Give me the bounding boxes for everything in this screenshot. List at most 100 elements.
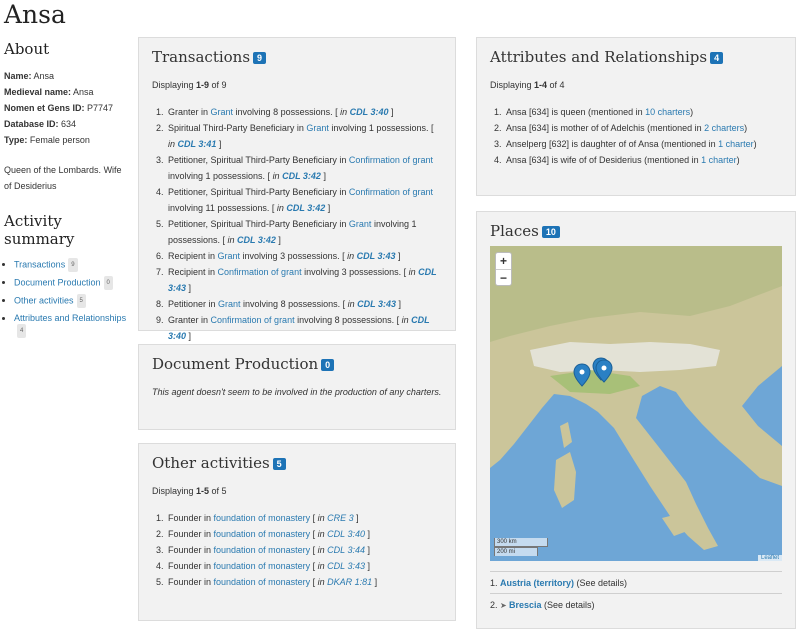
list-item: Recipient in Confirmation of grant invol… <box>166 264 442 296</box>
item-text: involving 8 possessions. [ <box>240 299 348 309</box>
place-details[interactable]: (See details) <box>574 578 628 588</box>
charters-link[interactable]: 2 charters <box>704 123 744 133</box>
item-link[interactable]: foundation of monastery <box>214 513 311 523</box>
item-text: ) <box>736 155 740 165</box>
attributes-title: Attributes and Relationships 4 <box>490 48 782 66</box>
other-activities-title: Other activities 5 <box>152 454 442 472</box>
item-text: ] <box>353 513 359 523</box>
zoom-out-button[interactable]: − <box>496 269 511 285</box>
citation-link[interactable]: CDL 3:42 <box>237 235 276 245</box>
about-field-value: P7747 <box>84 103 114 113</box>
item-text: ] <box>320 171 326 181</box>
item-text: Recipient in <box>168 267 218 277</box>
citation-link[interactable]: CDL 3:42 <box>282 171 321 181</box>
about-field-value: 634 <box>58 119 77 129</box>
charters-link[interactable]: 10 charters <box>645 107 690 117</box>
item-text: ) <box>753 139 757 149</box>
zoom-in-button[interactable]: + <box>496 253 511 269</box>
attribute-item: Anselperg [632] is daughter of of Ansa (… <box>504 136 782 152</box>
places-panel: Places 10 + − 300 km 200 mi Leaflet 1. A… <box>476 211 796 629</box>
citation-in: in <box>317 545 328 555</box>
item-link[interactable]: Grant <box>306 123 329 133</box>
citation-link[interactable]: CDL 3:40 <box>327 529 365 539</box>
charters-link[interactable]: 1 charter <box>701 155 737 165</box>
citation-link[interactable]: CDL 3:43 <box>357 299 396 309</box>
list-item: Spiritual Third-Party Beneficiary in Gra… <box>166 120 442 152</box>
citation-link[interactable]: CDL 3:41 <box>178 139 217 149</box>
item-link[interactable]: foundation of monastery <box>214 577 311 587</box>
activity-summary-link[interactable]: Transactions <box>14 259 65 269</box>
item-link[interactable]: Confirmation of grant <box>349 187 433 197</box>
item-link[interactable]: foundation of monastery <box>214 545 311 555</box>
about-field-label: Medieval name: <box>4 87 72 97</box>
place-details[interactable]: (See details) <box>541 600 595 610</box>
activity-summary-item: Document Production0 <box>14 276 129 290</box>
other-activities-list: Founder in foundation of monastery [ in … <box>152 510 442 590</box>
citation-link[interactable]: CRE 3 <box>327 513 354 523</box>
item-link[interactable]: foundation of monastery <box>214 529 311 539</box>
item-text: [ <box>310 561 318 571</box>
item-link[interactable]: Grant <box>211 107 234 117</box>
about-field: Medieval name: Ansa <box>4 84 129 100</box>
activity-summary-link[interactable]: Attributes and Relationships <box>14 313 126 323</box>
transactions-panel: Transactions9 Displaying 1-9 of 9 Grante… <box>138 37 456 341</box>
citation: in CDL 3:43 <box>348 299 396 309</box>
item-text: [ <box>310 529 318 539</box>
citation-in: in <box>317 513 328 523</box>
item-text: Recipient in <box>168 251 218 261</box>
place-name-link[interactable]: Brescia <box>509 600 542 610</box>
document-production-panel: Document Production 0 This agent doesn't … <box>138 344 456 430</box>
citation-link[interactable]: CDL 3:42 <box>286 203 325 213</box>
item-link[interactable]: Grant <box>349 219 372 229</box>
item-link[interactable]: Grant <box>218 299 241 309</box>
item-link[interactable]: Grant <box>218 251 241 261</box>
attribute-item: Ansa [634] is queen (mentioned in 10 cha… <box>504 104 782 120</box>
citation-link[interactable]: DKAR 1:81 <box>327 577 372 587</box>
about-field: Nomen et Gens ID: P7747 <box>4 100 129 116</box>
item-text: involving 3 possessions. [ <box>301 267 409 277</box>
item-text: Spiritual Third-Party Beneficiary in <box>168 123 307 133</box>
citation: in CDL 3:42 <box>273 171 321 181</box>
item-text: ] <box>325 203 331 213</box>
item-text: Petitioner, Spiritual Third-Party Benefi… <box>168 219 349 229</box>
map-tiles <box>490 246 782 561</box>
charters-link[interactable]: 1 charter <box>718 139 754 149</box>
about-field-value: Ansa <box>71 87 94 97</box>
citation-in: in <box>272 171 283 181</box>
about-field-value: Female person <box>27 135 90 145</box>
map-attribution-link[interactable]: Leaflet <box>757 555 782 561</box>
item-link[interactable]: Confirmation of grant <box>218 267 302 277</box>
attributes-count-badge: 4 <box>710 52 724 64</box>
item-text: Founder in <box>168 545 214 555</box>
citation: in CDL 3:41 <box>168 139 216 149</box>
item-link[interactable]: Confirmation of grant <box>349 155 433 165</box>
places-map[interactable]: + − 300 km 200 mi Leaflet <box>490 246 782 561</box>
citation: in CDL 3:42 <box>277 203 325 213</box>
activity-summary-link[interactable]: Document Production <box>14 277 101 287</box>
activity-summary-link[interactable]: Other activities <box>14 295 74 305</box>
item-text: involving 1 possessions. [ <box>168 171 273 181</box>
citation: in CDL 3:43 <box>347 251 395 261</box>
item-text: ] <box>216 139 222 149</box>
attributes-displaying: Displaying 1-4 of 4 <box>490 80 565 90</box>
about-fields: Name: Ansa Medieval name: Ansa Nomen et Ge… <box>4 68 129 148</box>
item-text: [ <box>310 545 318 555</box>
citation-link[interactable]: CDL 3:40 <box>350 107 389 117</box>
place-number: 2. <box>490 600 501 610</box>
place-name-link[interactable]: Austria (territory) <box>500 578 574 588</box>
list-item: Founder in foundation of monastery [ in … <box>166 510 442 526</box>
place-item: 1. Austria (territory) (See details) <box>490 571 782 593</box>
item-link[interactable]: Confirmation of grant <box>211 315 295 325</box>
item-text: Petitioner in <box>168 299 219 309</box>
other-activities-count-badge: 5 <box>272 458 286 470</box>
activity-summary-item: Attributes and Relationships4 <box>14 312 129 338</box>
list-item: Founder in foundation of monastery [ in … <box>166 526 442 542</box>
citation-link[interactable]: CDL 3:43 <box>327 561 365 571</box>
item-link[interactable]: foundation of monastery <box>214 561 311 571</box>
item-text: involving 3 possessions. [ <box>240 251 348 261</box>
list-item: Recipient in Grant involving 3 possessio… <box>166 248 442 264</box>
citation-link[interactable]: CDL 3:43 <box>357 251 396 261</box>
transactions-title: Transactions 9 <box>152 48 442 66</box>
sidebar: About Name: Ansa Medieval name: Ansa Nomen… <box>4 40 129 342</box>
citation-link[interactable]: CDL 3:44 <box>327 545 365 555</box>
